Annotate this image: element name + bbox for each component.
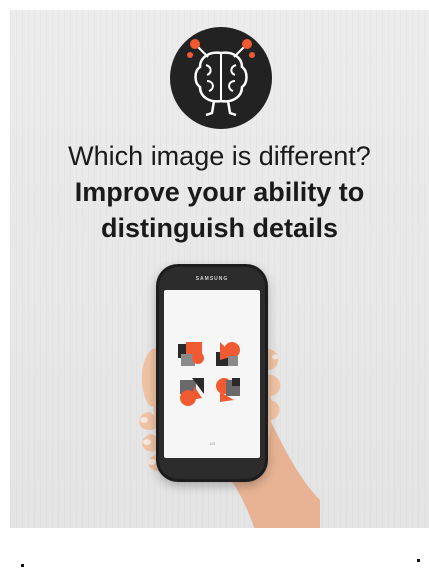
page-indicator-left: [21, 564, 24, 567]
puzzle-shape-3: [180, 378, 204, 406]
puzzle-shape-1: [178, 342, 204, 366]
puzzle-grid: [178, 342, 240, 406]
puzzle-shape-4: [216, 378, 240, 402]
page-indicator-right: [417, 559, 420, 562]
headline-tagline-1: Improve your ability to: [74, 177, 365, 207]
headline-tagline-2: distinguish details: [100, 213, 339, 243]
level-counter: 1/3: [209, 441, 215, 446]
puzzle-shape-2: [216, 342, 240, 366]
headline-question: Which image is different?: [68, 141, 371, 171]
phone-screen: 1/3: [164, 290, 260, 458]
smartphone: SAMSUNG 1/3: [156, 264, 268, 482]
app-promo-poster: Which image is different? Improve your a…: [10, 10, 429, 528]
bottom-area: [0, 528, 429, 581]
brain-icon: [187, 39, 255, 117]
brain-logo: [170, 27, 272, 129]
phone-brand: SAMSUNG: [195, 276, 229, 282]
